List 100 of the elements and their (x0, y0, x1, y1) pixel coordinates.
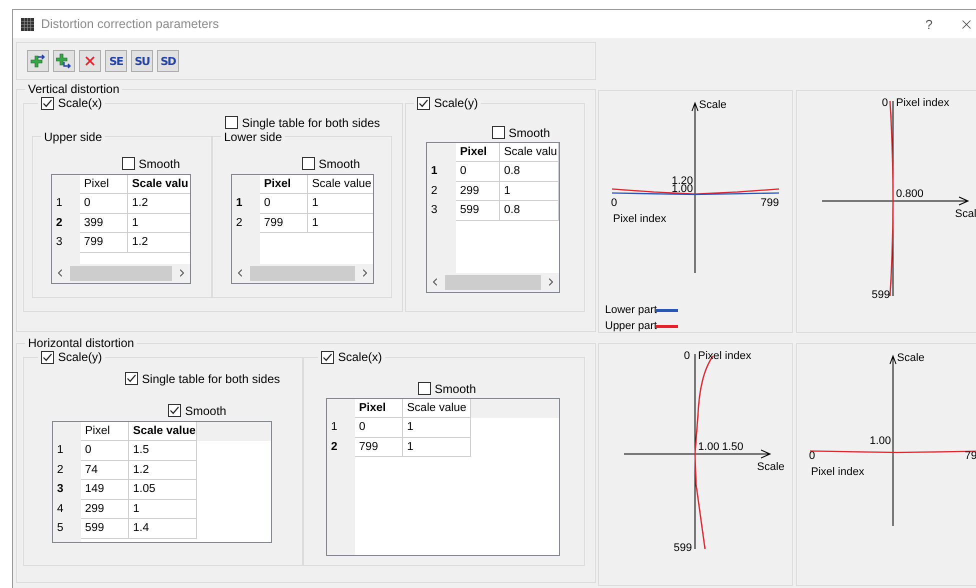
table-cell[interactable]: 0 (355, 418, 403, 438)
table-cell[interactable]: 1 (403, 438, 471, 457)
table-cell[interactable]: 1 (129, 500, 197, 519)
column-header[interactable]: Pixel (355, 398, 403, 418)
checkbox[interactable]: Scale(y) (41, 350, 102, 364)
horizontal-scrollbar[interactable] (427, 272, 559, 292)
tick-label: 1.00 (698, 441, 720, 453)
row-header-strip (53, 538, 81, 542)
tick-label: 0 (809, 450, 816, 462)
axis-title: Pixel index (896, 97, 950, 109)
check-icon (322, 352, 333, 362)
row-number[interactable]: 2 (52, 214, 80, 233)
row-number[interactable]: 3 (427, 201, 456, 220)
checkbox[interactable]: Scale(y) (417, 96, 478, 110)
row-number[interactable]: 1 (52, 194, 80, 214)
table-cell[interactable]: 74 (81, 460, 129, 480)
checkbox[interactable]: Single table for both sides (124, 372, 280, 386)
column-header[interactable]: Scale valu (500, 142, 559, 162)
row-number[interactable]: 2 (427, 182, 456, 201)
column-header[interactable]: Scale valu (128, 174, 190, 194)
tick-label: 1.00 (672, 183, 693, 195)
checkbox[interactable]: Single table for both sides (224, 116, 380, 130)
grid-icon (21, 18, 34, 30)
table-cell[interactable]: 1 (128, 214, 190, 233)
legend-label: Upper part (605, 320, 657, 332)
row-number[interactable]: 1 (327, 418, 355, 438)
axis-title: Scal (955, 208, 976, 220)
column-header[interactable]: Pixel (260, 174, 308, 194)
table-cell[interactable]: 599 (81, 519, 129, 538)
icon-button[interactable] (27, 50, 49, 72)
table-cell[interactable]: 799 (260, 214, 308, 233)
tick-label: 1.00 (870, 435, 891, 447)
table-cell[interactable]: 1.4 (129, 519, 197, 538)
checkbox[interactable]: Smooth (302, 156, 360, 170)
table-cell[interactable]: 599 (456, 201, 500, 220)
column-header[interactable]: Scale value (129, 422, 197, 441)
table-cell[interactable]: 1 (500, 182, 559, 201)
row-number[interactable]: 2 (327, 438, 355, 457)
axis-title: Scale (897, 352, 925, 364)
table-cell[interactable]: 399 (80, 214, 128, 233)
row-number[interactable]: 1 (232, 194, 260, 214)
delete-icon (84, 55, 96, 67)
group-title: Lower side (224, 130, 282, 144)
checkbox[interactable]: Smooth (418, 382, 476, 396)
tick-label: 1.50 (722, 441, 744, 453)
plus-arrow-icon (56, 53, 72, 69)
table-cell[interactable]: 1.2 (129, 460, 197, 480)
table-cell[interactable]: 1 (308, 214, 373, 233)
plus-arrow-icon (30, 53, 46, 69)
table-cell[interactable]: 0 (81, 441, 129, 460)
checkbox[interactable]: Scale(x) (41, 96, 102, 110)
row-number[interactable]: 2 (232, 214, 260, 233)
toolbar-button[interactable]: SD (157, 50, 179, 72)
table-cell[interactable]: 299 (81, 500, 129, 519)
column-header[interactable]: Pixel (81, 422, 129, 441)
column-header[interactable]: Pixel (456, 142, 500, 162)
row-number[interactable]: 3 (53, 480, 81, 500)
table-cell[interactable]: 0.8 (500, 201, 559, 220)
toolbar-button[interactable]: SE (105, 50, 127, 72)
table-cell[interactable]: 0.8 (500, 162, 559, 182)
table-cell[interactable]: 799 (355, 438, 403, 457)
help-button[interactable]: ? (919, 16, 939, 32)
table-cell[interactable]: 799 (80, 233, 128, 252)
row-number[interactable]: 1 (427, 162, 456, 182)
table-cell[interactable]: 1.05 (129, 480, 197, 500)
table-cell[interactable]: 0 (80, 194, 128, 214)
table-cell[interactable]: 299 (456, 182, 500, 201)
checkbox[interactable]: Smooth (168, 404, 226, 418)
table-cell[interactable]: 149 (81, 480, 129, 500)
check-icon (42, 98, 53, 108)
column-header[interactable]: Scale value (308, 174, 373, 194)
check-icon (169, 405, 180, 416)
row-number[interactable]: 5 (53, 519, 81, 538)
axis-title: Pixel index (698, 350, 752, 362)
checkbox[interactable]: Scale(x) (321, 350, 382, 364)
legend-label: Lower part (605, 304, 657, 316)
column-header[interactable]: Pixel (80, 174, 128, 194)
group-title: Upper side (44, 130, 102, 144)
tick-label: 0 (882, 97, 888, 109)
row-number[interactable]: 4 (53, 500, 81, 519)
check-icon (126, 373, 137, 384)
horizontal-scrollbar[interactable] (52, 264, 190, 282)
checkbox[interactable]: Smooth (122, 156, 180, 170)
table-cell[interactable]: 1 (403, 418, 471, 438)
row-number[interactable]: 1 (53, 441, 81, 460)
column-header[interactable]: Scale value (403, 398, 471, 418)
checkbox[interactable]: Smooth (492, 126, 550, 140)
axis-title: Pixel index (811, 466, 864, 478)
group-title: Vertical distortion (28, 82, 120, 96)
tick-label: 599 (674, 542, 692, 554)
toolbar-button[interactable]: SU (131, 50, 153, 72)
icon-button[interactable] (53, 50, 75, 72)
table-cell[interactable]: 0 (260, 194, 308, 214)
table-cell[interactable]: 0 (456, 162, 500, 182)
row-number[interactable]: 3 (52, 233, 80, 252)
table-cell[interactable]: 1.5 (129, 441, 197, 460)
icon-button[interactable] (79, 50, 101, 72)
row-number[interactable]: 2 (53, 460, 81, 480)
horizontal-scrollbar[interactable] (232, 264, 373, 282)
check-icon (418, 98, 429, 108)
